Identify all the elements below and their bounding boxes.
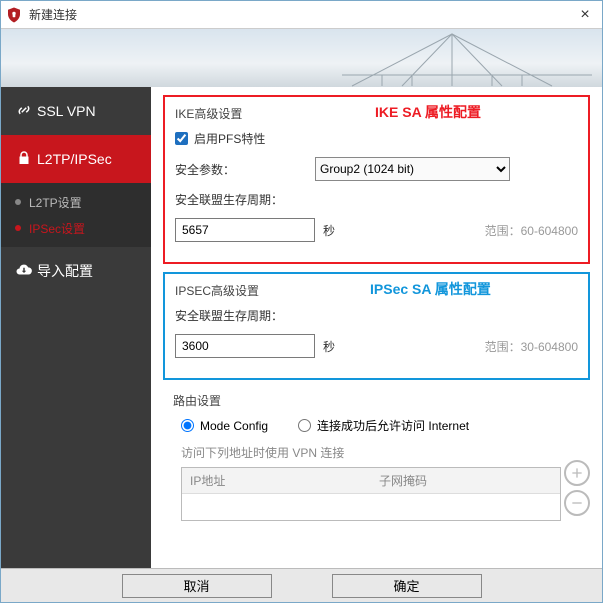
bridge-art bbox=[342, 31, 592, 87]
ipsec-range-hint: 范围：30-604800 bbox=[485, 338, 578, 355]
mode-config-option[interactable]: Mode Config bbox=[181, 419, 268, 433]
allow-internet-option[interactable]: 连接成功后允许访问 Internet bbox=[298, 417, 469, 434]
col-ip: IP地址 bbox=[182, 468, 371, 493]
cloud-upload-icon bbox=[15, 261, 37, 282]
ike-range-hint: 范围：60-604800 bbox=[485, 222, 578, 239]
ipsec-group: IPSEC高级设置 IPSec SA 属性配置 安全联盟生存周期： 秒 范围：3… bbox=[163, 272, 590, 380]
ipsec-lifetime-input[interactable] bbox=[175, 334, 315, 358]
ike-group: IKE高级设置 IKE SA 属性配置 启用PFS特性 安全参数： Group2… bbox=[163, 95, 590, 264]
plus-icon bbox=[569, 465, 585, 481]
ipsec-unit: 秒 bbox=[323, 338, 335, 355]
banner bbox=[1, 29, 602, 87]
dot-icon bbox=[15, 225, 21, 231]
dot-icon bbox=[15, 199, 21, 205]
remove-route-button[interactable] bbox=[564, 490, 590, 516]
routes-table: IP地址 子网掩码 bbox=[181, 467, 561, 521]
footer: 取消 确定 bbox=[1, 568, 602, 602]
lock-icon bbox=[15, 149, 37, 170]
sidebar-item-import[interactable]: 导入配置 bbox=[1, 247, 151, 295]
ike-lifetime-label: 安全联盟生存周期： bbox=[175, 191, 315, 208]
ike-lifetime-input[interactable] bbox=[175, 218, 315, 242]
content-panel: IKE高级设置 IKE SA 属性配置 启用PFS特性 安全参数： Group2… bbox=[151, 87, 602, 568]
ike-annotation: IKE SA 属性配置 bbox=[375, 102, 481, 122]
sidebar-label-l2tp: L2TP/IPSec bbox=[37, 151, 112, 167]
sidebar-label-import: 导入配置 bbox=[37, 261, 93, 281]
sidebar-sub-l2tp[interactable]: L2TP设置 bbox=[15, 189, 151, 215]
minus-icon bbox=[569, 495, 585, 511]
sidebar: SSL VPN L2TP/IPSec L2TP设置 IPSec设置 导入配置 bbox=[1, 87, 151, 568]
window-title: 新建连接 bbox=[29, 6, 568, 23]
security-param-select[interactable]: Group2 (1024 bit) bbox=[315, 157, 510, 181]
route-section: 路由设置 Mode Config 连接成功后允许访问 Internet 访问下列… bbox=[163, 388, 590, 521]
route-title: 路由设置 bbox=[173, 392, 580, 409]
titlebar: 新建连接 × bbox=[1, 1, 602, 29]
ipsec-lifetime-label: 安全联盟生存周期： bbox=[175, 307, 315, 324]
allow-internet-radio[interactable] bbox=[298, 419, 311, 432]
pfs-checkbox[interactable] bbox=[175, 132, 188, 145]
sidebar-item-sslvpn[interactable]: SSL VPN bbox=[1, 87, 151, 135]
cancel-button[interactable]: 取消 bbox=[122, 574, 272, 598]
vpn-routes-label: 访问下列地址时使用 VPN 连接 bbox=[181, 444, 580, 461]
ok-button[interactable]: 确定 bbox=[332, 574, 482, 598]
add-route-button[interactable] bbox=[564, 460, 590, 486]
link-icon bbox=[15, 101, 37, 122]
ike-unit: 秒 bbox=[323, 222, 335, 239]
sidebar-submenu: L2TP设置 IPSec设置 bbox=[1, 183, 151, 247]
ipsec-annotation: IPSec SA 属性配置 bbox=[370, 279, 491, 299]
sidebar-label-sslvpn: SSL VPN bbox=[37, 103, 96, 119]
security-param-label: 安全参数： bbox=[175, 161, 315, 178]
shield-icon bbox=[5, 6, 23, 24]
mode-config-radio[interactable] bbox=[181, 419, 194, 432]
col-mask: 子网掩码 bbox=[371, 468, 560, 493]
close-button[interactable]: × bbox=[568, 6, 602, 24]
pfs-label: 启用PFS特性 bbox=[194, 130, 265, 147]
sidebar-sub-ipsec[interactable]: IPSec设置 bbox=[15, 215, 151, 241]
sidebar-item-l2tp[interactable]: L2TP/IPSec bbox=[1, 135, 151, 183]
routes-body bbox=[182, 494, 560, 520]
